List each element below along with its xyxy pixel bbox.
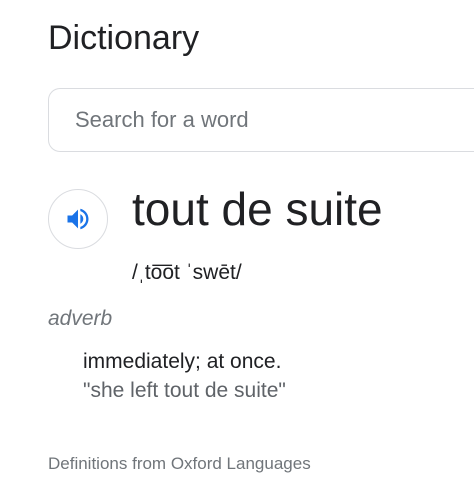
headword: tout de suite (132, 183, 383, 235)
speaker-icon (64, 205, 92, 233)
pronunciation-audio-button[interactable] (48, 189, 108, 249)
definition-text: immediately; at once. (83, 350, 282, 373)
dictionary-panel: Dictionary tout de suite /ˌto͞ot ˈswēt/ … (0, 0, 474, 493)
part-of-speech: adverb (48, 307, 113, 330)
example-sentence: "she left tout de suite" (83, 379, 286, 402)
search-input[interactable] (75, 89, 474, 151)
source-attribution: Definitions from Oxford Languages (48, 454, 311, 473)
search-box[interactable] (48, 88, 474, 152)
pronunciation-text: /ˌto͞ot ˈswēt/ (132, 261, 242, 284)
page-title: Dictionary (48, 19, 200, 57)
